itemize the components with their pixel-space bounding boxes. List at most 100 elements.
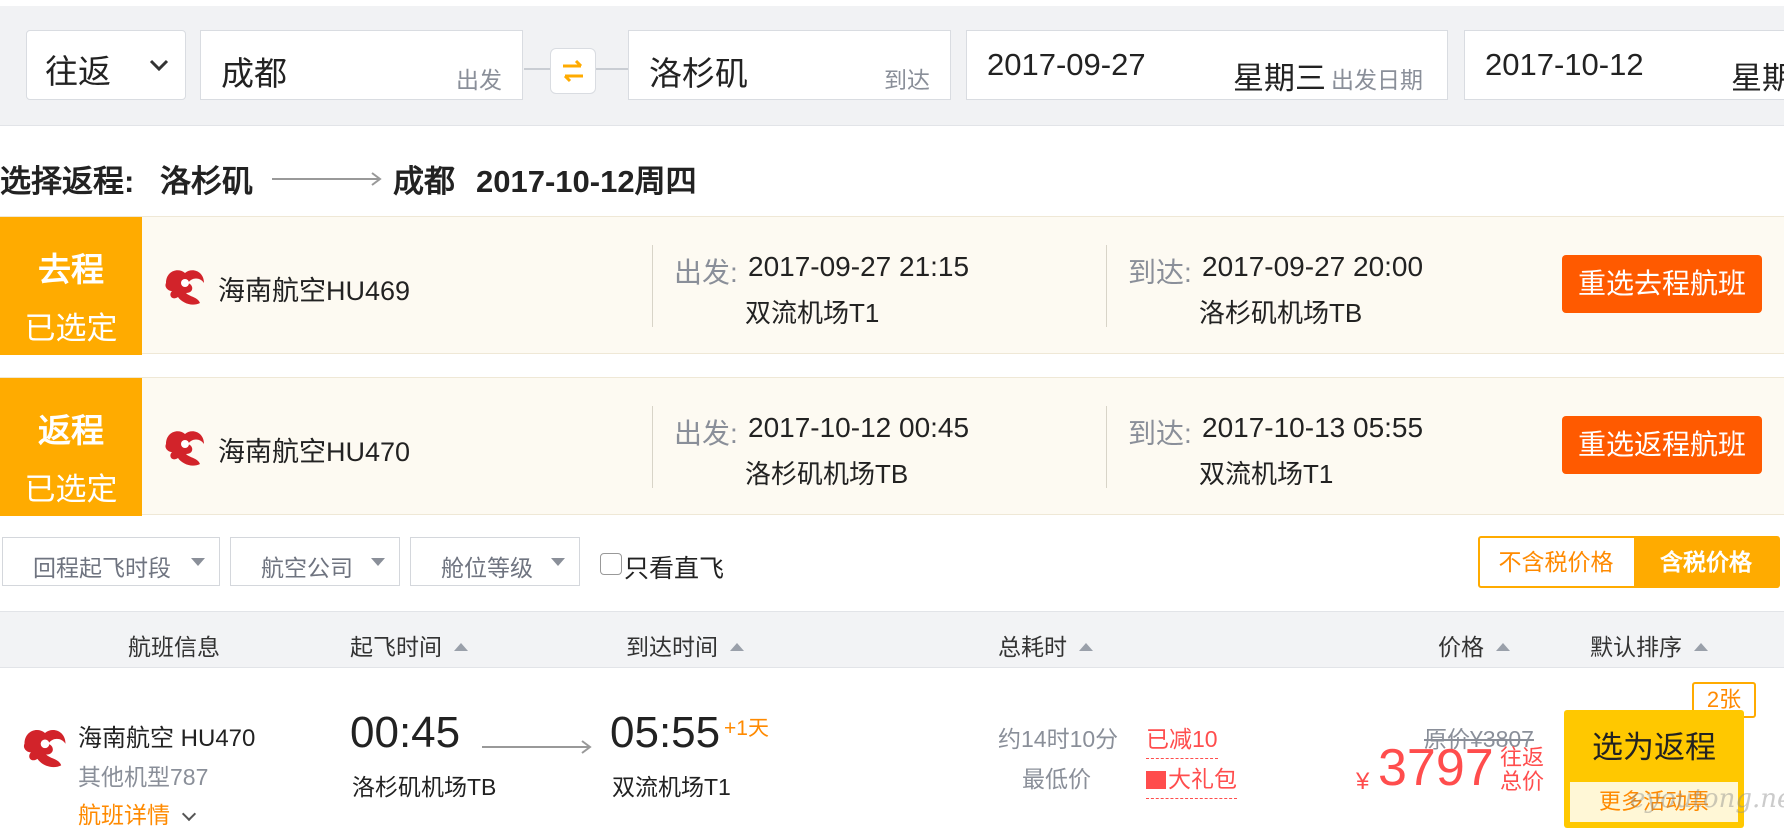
sort-up-icon — [454, 642, 468, 651]
filter-label: 舱位等级 — [441, 555, 533, 581]
return-arr-airport: 双流机场T1 — [1199, 459, 1334, 489]
sort-depart-time[interactable]: 起飞时间 — [350, 628, 468, 662]
arrow-right-icon — [482, 740, 592, 754]
swap-cities-button[interactable] — [550, 48, 596, 94]
trip-type-select[interactable]: 往返 — [26, 30, 186, 100]
selected-return-flight: 返程 已选定 海南航空HU470 出发: 2017-10-12 00:45 洛杉… — [0, 377, 1784, 516]
return-dep-datetime: 2017-10-12 00:45 — [748, 412, 970, 443]
filter-label: 回程起飞时段 — [33, 555, 171, 581]
filter-label: 航空公司 — [261, 555, 353, 581]
sort-arrive-time[interactable]: 到达时间 — [626, 628, 744, 662]
from-hint: 出发 — [456, 67, 502, 93]
outbound-dep-label: 出发: — [674, 257, 738, 288]
return-selected-tag: 返程 已选定 — [0, 378, 142, 516]
outbound-airline: 海南航空HU469 — [218, 276, 411, 306]
arrive-airport: 双流机场T1 — [612, 774, 731, 800]
direct-only-checkbox[interactable] — [600, 553, 622, 575]
col-label: 默认排序 — [1590, 634, 1682, 660]
sort-duration[interactable]: 总耗时 — [998, 628, 1093, 662]
reselect-outbound-button[interactable]: 重选去程航班 — [1562, 255, 1762, 313]
watermark: eyoutong.net — [1630, 784, 1784, 814]
trip-type-value: 往返 — [45, 53, 111, 90]
flight-airline: 海南航空 HU470 — [78, 725, 256, 752]
next-day-badge: +1天 — [724, 717, 769, 740]
swap-arrows-icon — [563, 59, 583, 83]
select-label: 选为返程 — [1592, 730, 1716, 765]
price-tax-toggle: 不含税价格 含税价格 — [1478, 536, 1780, 588]
details-label: 航班详情 — [78, 802, 170, 828]
caret-down-icon — [191, 558, 205, 566]
divider — [1106, 245, 1107, 327]
hainan-airlines-logo — [23, 729, 66, 768]
return-date-input[interactable]: 2017-10-12 星期 — [1464, 30, 1784, 100]
outbound-selected-tag: 去程 已选定 — [0, 217, 142, 355]
col-flight-info: 航班信息 — [128, 628, 220, 662]
col-label: 到达时间 — [626, 634, 718, 660]
col-label: 总耗时 — [998, 634, 1067, 660]
return-arr-datetime: 2017-10-13 05:55 — [1202, 412, 1424, 443]
price-incl-tax-option[interactable]: 含税价格 — [1634, 538, 1778, 586]
to-hint: 到达 — [884, 67, 930, 93]
arrow-right-icon — [272, 172, 382, 186]
col-label: 航班信息 — [128, 634, 220, 660]
to-city-input[interactable]: 洛杉矶 到达 — [628, 30, 951, 100]
depart-date-input[interactable]: 2017-09-27 星期三 出发日期 — [966, 30, 1448, 100]
tag-subtitle: 已选定 — [24, 311, 118, 346]
price-excl-tax-option[interactable]: 不含税价格 — [1480, 538, 1632, 586]
return-dep-airport: 洛杉矶机场TB — [745, 459, 909, 489]
depart-weekday: 星期三 — [1233, 61, 1326, 96]
to-city-value: 洛杉矶 — [649, 55, 748, 92]
from-city-value: 成都 — [221, 55, 287, 92]
gift-label: 大礼包 — [1168, 766, 1237, 792]
swap-connector-left — [524, 68, 550, 70]
depart-date-value: 2017-09-27 — [987, 47, 1146, 82]
return-dep-label: 出发: — [674, 418, 738, 449]
route-label: 选择返程: — [0, 164, 135, 199]
sort-price[interactable]: 价格 — [1438, 628, 1510, 662]
lowest-price-label: 最低价 — [1022, 766, 1091, 792]
cabin-class-filter[interactable]: 舱位等级 — [410, 537, 580, 586]
sort-up-icon — [1694, 642, 1708, 651]
gift-icon — [1146, 771, 1166, 789]
price-value: 3797 — [1378, 739, 1494, 797]
return-arr-label: 到达: — [1128, 418, 1192, 449]
depart-airport: 洛杉矶机场TB — [352, 774, 497, 800]
flight-details-link[interactable]: 航班详情 — [78, 796, 197, 830]
gift-pack-link[interactable]: 大礼包 — [1146, 760, 1237, 799]
flight-aircraft: 其他机型787 — [78, 764, 209, 790]
departure-time-filter[interactable]: 回程起飞时段 — [2, 537, 220, 586]
sort-up-icon — [1496, 642, 1510, 651]
flight-duration: 约14时10分 — [998, 726, 1119, 752]
chevron-down-icon — [181, 806, 197, 822]
flight-row: 海南航空 HU470 其他机型787 航班详情 00:45 洛杉矶机场TB 05… — [0, 668, 1784, 836]
route-from: 洛杉矶 — [160, 164, 253, 199]
sort-up-icon — [1079, 642, 1093, 651]
col-label: 价格 — [1438, 634, 1484, 660]
airline-filter[interactable]: 航空公司 — [230, 537, 400, 586]
chevron-down-icon — [149, 59, 169, 72]
tag-title: 返程 — [38, 412, 104, 449]
caret-down-icon — [371, 558, 385, 566]
tag-title: 去程 — [38, 251, 104, 288]
outbound-arr-label: 到达: — [1128, 257, 1192, 288]
direct-only-label[interactable]: 只看直飞 — [624, 549, 724, 585]
from-city-input[interactable]: 成都 出发 — [200, 30, 523, 100]
return-weekday: 星期 — [1731, 61, 1784, 96]
outbound-arr-airport: 洛杉矶机场TB — [1199, 298, 1363, 328]
swap-connector-right — [596, 68, 628, 70]
depart-time: 00:45 — [350, 708, 461, 757]
hainan-airlines-logo — [165, 270, 204, 305]
flight-list-header: 航班信息 起飞时间 到达时间 总耗时 价格 默认排序 — [0, 611, 1784, 668]
return-date-value: 2017-10-12 — [1485, 47, 1644, 82]
reselect-return-button[interactable]: 重选返程航班 — [1562, 416, 1762, 474]
sort-up-icon — [730, 642, 744, 651]
currency-symbol: ¥ — [1356, 768, 1370, 795]
sort-default[interactable]: 默认排序 — [1590, 628, 1708, 662]
divider — [1106, 406, 1107, 488]
discount-badge[interactable]: 已减10 — [1146, 720, 1218, 759]
col-label: 起飞时间 — [350, 634, 442, 660]
outbound-dep-airport: 双流机场T1 — [745, 298, 880, 328]
divider — [652, 406, 653, 488]
selected-outbound-flight: 去程 已选定 海南航空HU469 出发: 2017-09-27 21:15 双流… — [0, 216, 1784, 355]
divider — [652, 245, 653, 327]
